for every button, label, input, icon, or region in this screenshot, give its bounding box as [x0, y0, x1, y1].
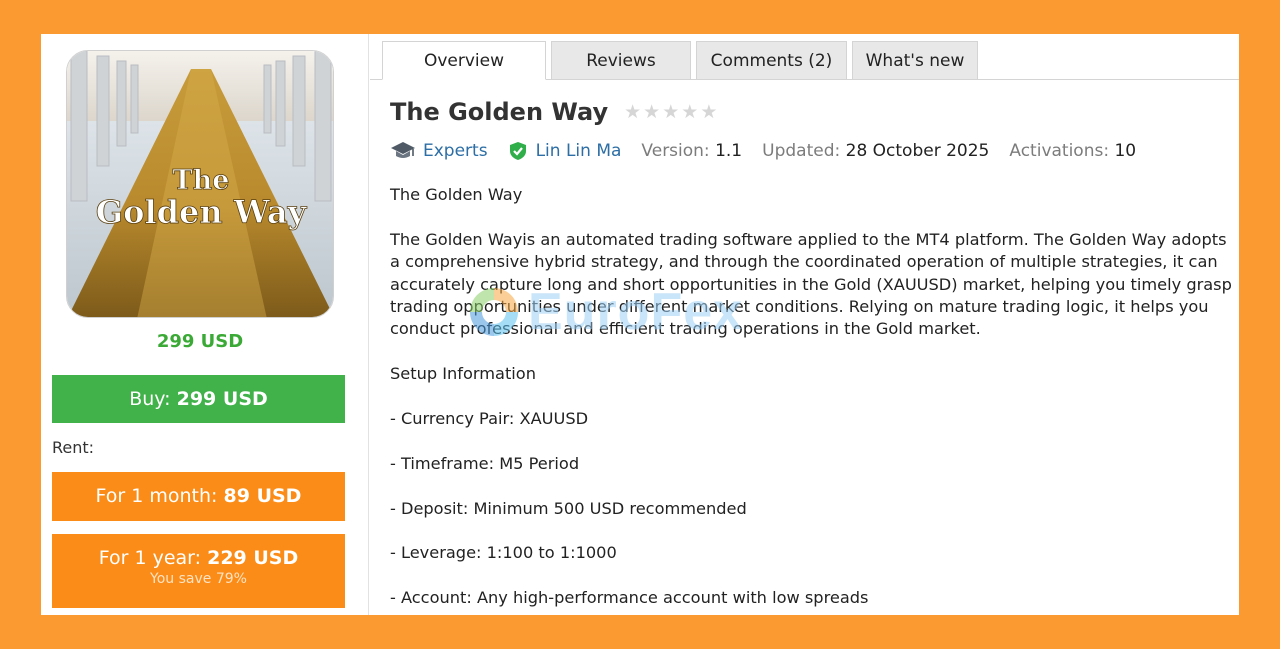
- graduation-cap-icon: [390, 141, 416, 161]
- tab-reviews[interactable]: Reviews: [551, 41, 691, 80]
- page-title: The Golden Way: [390, 98, 609, 126]
- category-link[interactable]: Experts: [423, 141, 488, 161]
- product-page: The Golden Way 299 USD Buy: 299 USD Rent…: [41, 34, 1239, 615]
- rent-year-savings: You save 79%: [150, 571, 247, 587]
- tab-whats-new[interactable]: What's new: [852, 41, 978, 80]
- updated-label: Updated:: [762, 141, 841, 161]
- product-price: 299 USD: [156, 331, 244, 352]
- star-icon: ★: [681, 101, 699, 123]
- star-icon: ★: [624, 101, 642, 123]
- setup-item-deposit: - Deposit: Minimum 500 USD recommended: [390, 498, 747, 518]
- product-meta: Experts Lin Lin Ma Version: 1.1 Updated:…: [390, 141, 1136, 161]
- description-heading: The Golden Way: [390, 185, 523, 204]
- activations-label: Activations:: [1009, 141, 1110, 161]
- tab-comments[interactable]: Comments (2): [696, 41, 847, 80]
- author-link[interactable]: Lin Lin Ma: [536, 141, 622, 161]
- updated-value: 28 October 2025: [845, 141, 990, 161]
- setup-item-account: - Account: Any high-performance account …: [390, 588, 869, 608]
- product-description: The Golden Way The Golden Wayis an autom…: [390, 184, 1236, 615]
- rent-label: Rent:: [52, 438, 95, 457]
- setup-item-currency-pair: - Currency Pair: XAUUSD: [390, 409, 589, 429]
- product-details: Overview Reviews Comments (2) What's new…: [370, 34, 1239, 615]
- tab-bar: Overview Reviews Comments (2) What's new: [382, 41, 983, 80]
- rent-year-label: For 1 year:: [98, 547, 202, 569]
- activations-value: 10: [1114, 141, 1137, 161]
- title-row: The Golden Way ★ ★ ★ ★ ★: [390, 98, 717, 126]
- tab-overview[interactable]: Overview: [382, 41, 546, 80]
- verified-shield-icon: [508, 141, 528, 161]
- rating-stars[interactable]: ★ ★ ★ ★ ★: [624, 101, 717, 123]
- setup-item-leverage: - Leverage: 1:100 to 1:1000: [390, 543, 617, 563]
- setup-heading: Setup Information: [390, 364, 536, 384]
- product-image[interactable]: The Golden Way: [66, 50, 334, 318]
- rent-year-price: 229 USD: [207, 547, 299, 569]
- version-value: 1.1: [715, 141, 743, 161]
- setup-item-timeframe: - Timeframe: M5 Period: [390, 453, 580, 473]
- rent-month-button[interactable]: For 1 month: 89 USD: [52, 472, 345, 521]
- rent-month-price: 89 USD: [223, 485, 302, 507]
- svg-text:Golden Way: Golden Way: [96, 193, 308, 231]
- svg-text:The: The: [173, 165, 230, 196]
- version-label: Version:: [641, 141, 710, 161]
- rent-month-label: For 1 month:: [95, 485, 218, 507]
- description-paragraph: The Golden Wayis an automated trading so…: [390, 229, 1232, 339]
- buy-button-label: Buy:: [129, 388, 171, 410]
- star-icon: ★: [643, 101, 661, 123]
- purchase-panel: The Golden Way 299 USD Buy: 299 USD Rent…: [41, 34, 369, 615]
- star-icon: ★: [700, 101, 718, 123]
- buy-button[interactable]: Buy: 299 USD: [52, 375, 345, 423]
- buy-button-price: 299 USD: [176, 388, 268, 410]
- star-icon: ★: [662, 101, 680, 123]
- rent-year-button[interactable]: For 1 year: 229 USD You save 79%: [52, 534, 345, 608]
